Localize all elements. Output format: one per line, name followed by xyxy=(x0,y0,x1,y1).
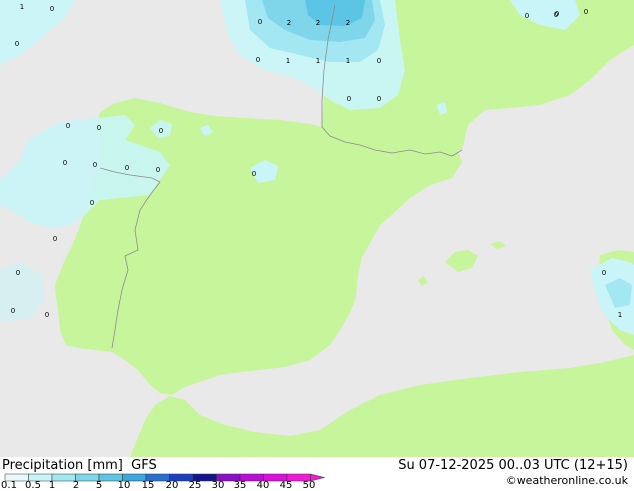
point-value-p27: 0 xyxy=(53,235,57,243)
title-text: Precipitation [mm] xyxy=(2,458,123,473)
point-value-p29: 0 xyxy=(11,307,15,315)
point-value-p28: 0 xyxy=(16,269,20,277)
point-value-p12: 0 xyxy=(377,57,381,65)
point-value-p30: 0 xyxy=(45,311,49,319)
point-value-p31: 0 xyxy=(555,10,559,18)
point-value-p2: 0 xyxy=(50,5,54,13)
point-value-p3: 0 xyxy=(15,40,19,48)
valid-time: Su 07-12-2025 00..03 UTC (12+15) xyxy=(398,458,628,473)
point-value-p24: 0 xyxy=(156,166,160,174)
map-title: Precipitation [mm] GFS xyxy=(2,459,157,472)
footer-bar: Precipitation [mm] GFS Su 07-12-2025 00.… xyxy=(0,457,634,491)
point-value-p21: 0 xyxy=(63,159,67,167)
point-value-p4: 0 xyxy=(258,18,262,26)
precipitation-map: 1 000 2 2 20 1 1 1 00 00 0 00 0 00 0 0 0 00000 0001 xyxy=(0,0,634,457)
credit-text: ©weatheronline.co.uk xyxy=(505,474,628,487)
point-value-p17: 0 xyxy=(584,8,588,16)
point-value-p33: 1 xyxy=(618,311,622,319)
point-value-p6: 2 xyxy=(316,19,320,27)
point-value-p10: 1 xyxy=(316,57,320,65)
point-value-p13: 0 xyxy=(347,95,351,103)
point-value-p14: 0 xyxy=(377,95,381,103)
point-value-p11: 1 xyxy=(346,57,350,65)
point-value-p22: 0 xyxy=(93,161,97,169)
point-value-p5: 2 xyxy=(287,19,291,27)
point-value-p9: 1 xyxy=(286,57,290,65)
point-value-p32: 0 xyxy=(602,269,606,277)
point-value-p26: 0 xyxy=(90,199,94,207)
point-value-p8: 0 xyxy=(256,56,260,64)
point-value-p18: 0 xyxy=(66,122,70,130)
point-value-p23: 0 xyxy=(125,164,129,172)
point-value-p19: 0 xyxy=(97,124,101,132)
point-value-p1: 1 xyxy=(20,3,24,11)
point-value-p15: 0 xyxy=(525,12,529,20)
point-value-p20: 0 xyxy=(159,127,163,135)
model-name: GFS xyxy=(131,458,157,473)
point-value-p7: 2 xyxy=(346,19,350,27)
point-value-p25: 0 xyxy=(252,170,256,178)
